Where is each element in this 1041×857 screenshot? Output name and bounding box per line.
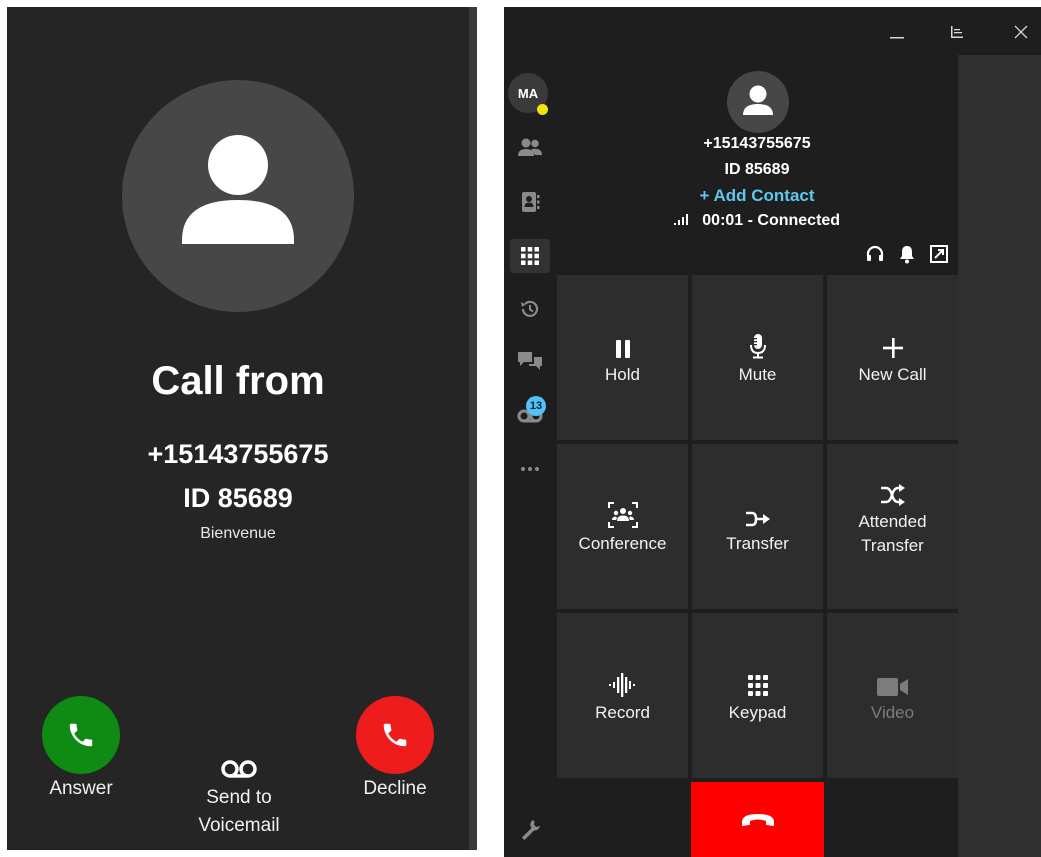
answer-button[interactable]: [42, 696, 120, 774]
record-label: Record: [595, 702, 650, 722]
conference-button[interactable]: Conference: [557, 444, 688, 609]
caller-number: +15143755675: [147, 439, 329, 469]
pause-icon: [615, 339, 630, 358]
call-id: ID 85689: [724, 161, 790, 178]
hang-up-icon: [741, 813, 774, 826]
headset-icon[interactable]: [862, 241, 888, 267]
video-label: Video: [870, 702, 915, 722]
person-icon: [182, 135, 294, 244]
caller-avatar: [122, 80, 354, 312]
close-icon: [1014, 25, 1028, 39]
shuffle-icon: [880, 483, 905, 506]
conference-label: Conference: [578, 533, 667, 553]
phone-icon: [69, 723, 93, 747]
mute-label: Mute: [738, 364, 777, 384]
call-header-tools: [862, 241, 952, 267]
hold-button[interactable]: Hold: [557, 275, 688, 440]
voicemail-label: Send to Voicemail: [198, 787, 280, 836]
video-button[interactable]: Video: [827, 613, 958, 778]
active-call-header: +15143755675 ID 85689 + Add Contact 00:0…: [556, 55, 958, 275]
voicemail-count-badge: 13: [526, 396, 546, 416]
history-icon[interactable]: [510, 292, 550, 326]
call-number: +15143755675: [703, 135, 811, 152]
call-status: 00:01 - Connected: [556, 212, 958, 230]
person-icon: [743, 85, 773, 115]
signal-icon: [673, 214, 694, 228]
decline-label: Decline: [363, 778, 427, 799]
keypad-icon: [747, 674, 768, 696]
record-button[interactable]: Record: [557, 613, 688, 778]
waveform-icon: [608, 672, 635, 697]
titlebar: [504, 7, 1041, 55]
softphone-window: MA 13 +15143755675 ID 85689 + Add Contac…: [504, 7, 1041, 857]
phone-icon: [383, 723, 407, 747]
hang-up-button[interactable]: [691, 782, 824, 857]
close-button[interactable]: [1004, 17, 1038, 47]
incoming-call-window: Call from +15143755675 ID 85689 Bienvenu…: [7, 7, 469, 850]
add-contact-link[interactable]: + Add Contact: [556, 186, 958, 206]
send-to-voicemail-button[interactable]: Send to Voicemail: [175, 759, 303, 840]
conference-icon: [607, 501, 638, 528]
transfer-label: Transfer: [726, 533, 789, 553]
video-camera-icon: [876, 677, 908, 696]
attended-transfer-button[interactable]: Attended Transfer: [827, 444, 958, 609]
popout-icon[interactable]: [926, 241, 952, 267]
settings-wrench-icon[interactable]: [510, 812, 550, 846]
layout-button[interactable]: [940, 17, 974, 47]
plus-icon: [882, 337, 903, 358]
answer-label: Answer: [49, 778, 113, 799]
minimize-button[interactable]: [880, 17, 914, 47]
new-call-label: New Call: [858, 364, 927, 384]
keypad-button[interactable]: Keypad: [692, 613, 823, 778]
chat-icon[interactable]: [510, 344, 550, 378]
caller-id: ID 85689: [183, 483, 293, 513]
contacts-icon[interactable]: [510, 131, 550, 165]
new-call-button[interactable]: New Call: [827, 275, 958, 440]
more-icon[interactable]: [510, 452, 550, 486]
dialpad-icon[interactable]: [510, 239, 550, 273]
attended-transfer-label: Attended Transfer: [858, 511, 927, 555]
side-panel: [958, 55, 1041, 857]
transfer-button[interactable]: Transfer: [692, 444, 823, 609]
call-from-title: Call from: [151, 359, 325, 403]
layout-icon: [951, 26, 963, 38]
presence-indicator: [537, 104, 548, 115]
caller-avatar: [727, 71, 789, 133]
keypad-label: Keypad: [728, 702, 787, 722]
minimize-icon: [890, 37, 904, 39]
window-edge: [469, 7, 477, 850]
decline-button[interactable]: [356, 696, 434, 774]
call-timer-status: 00:01 - Connected: [702, 212, 841, 229]
mute-button[interactable]: Mute: [692, 275, 823, 440]
caller-subtitle: Bienvenue: [200, 525, 276, 542]
voicemail-icon: [221, 760, 257, 778]
bell-icon[interactable]: [894, 241, 920, 267]
hold-label: Hold: [605, 364, 640, 384]
transfer-icon: [745, 511, 770, 526]
address-book-icon[interactable]: [510, 185, 550, 219]
microphone-icon: [749, 333, 766, 358]
